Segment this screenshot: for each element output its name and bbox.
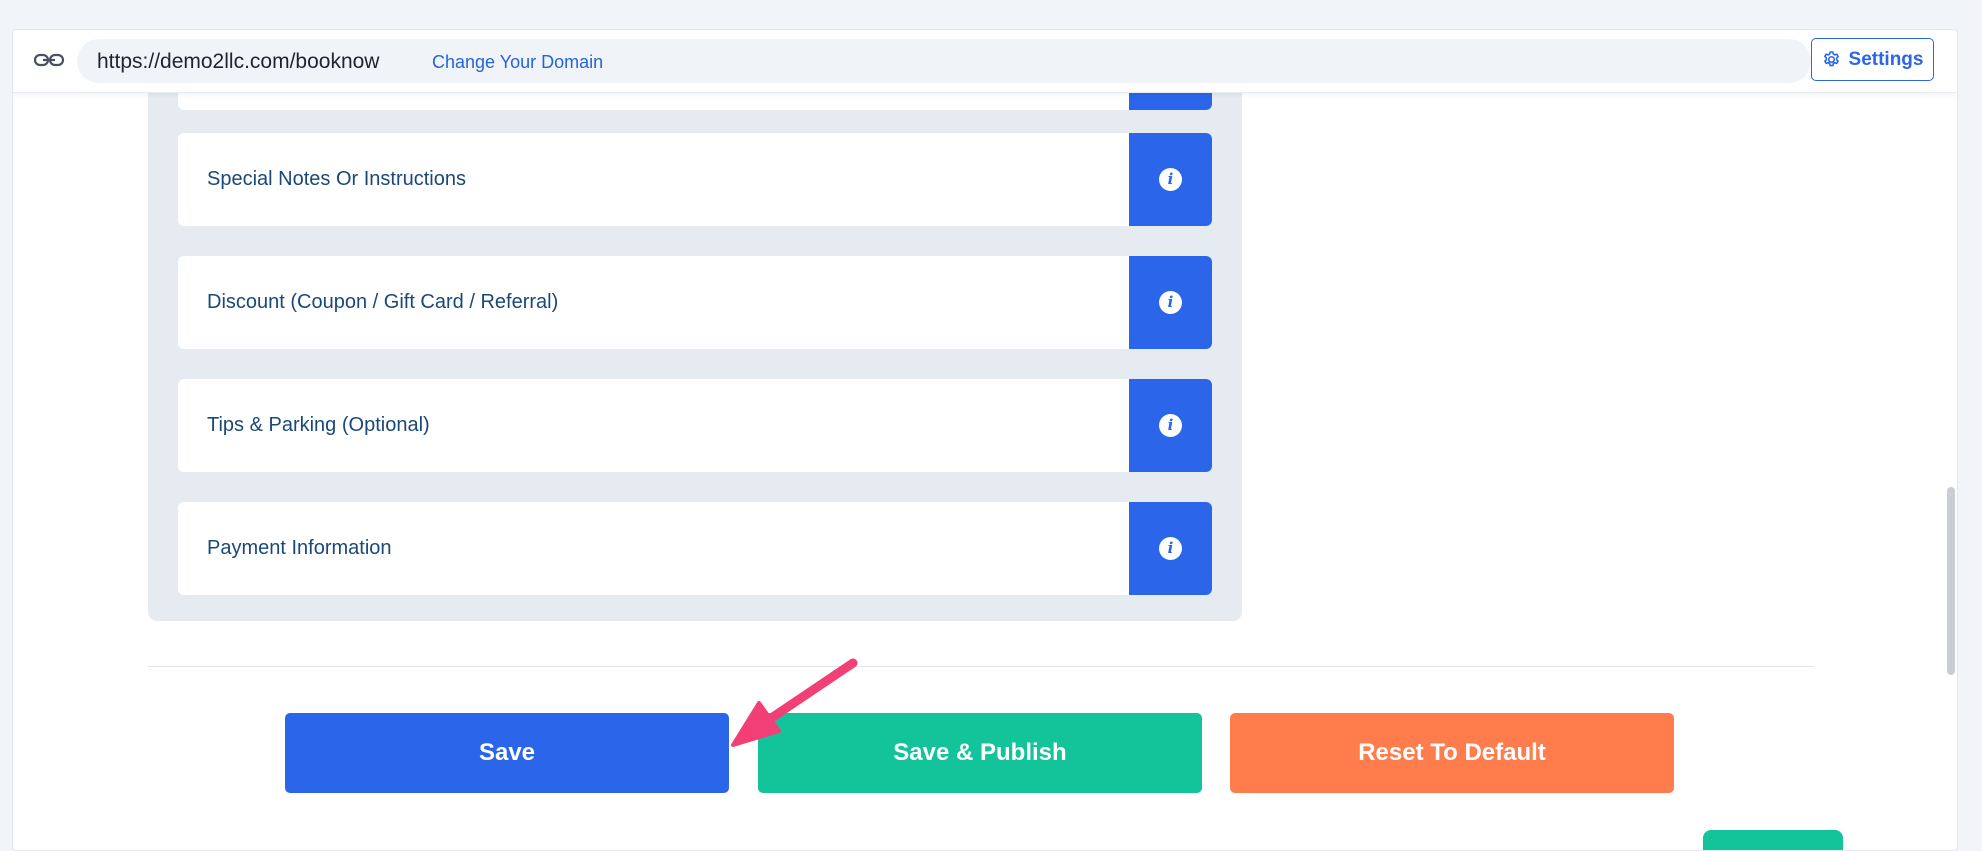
info-button[interactable]: i <box>1129 379 1212 472</box>
divider <box>148 666 1814 667</box>
url-field[interactable]: https://demo2llc.com/booknow Change Your… <box>77 39 1811 83</box>
info-icon: i <box>1159 291 1182 314</box>
partial-button[interactable] <box>1703 830 1843 850</box>
link-icon <box>33 53 65 67</box>
info-icon: i <box>1159 537 1182 560</box>
settings-button[interactable]: Settings <box>1811 38 1934 81</box>
gear-icon <box>1823 51 1839 67</box>
reset-default-button[interactable]: Reset To Default <box>1230 713 1674 793</box>
section-label: Special Notes Or Instructions <box>207 168 466 190</box>
booking-url[interactable]: https://demo2llc.com/booknow <box>97 50 379 74</box>
section-row-special-notes: Special Notes Or Instructions i <box>178 133 1212 226</box>
info-button[interactable]: i <box>1129 502 1212 595</box>
section-row-payment: Payment Information i <box>178 502 1212 595</box>
scrollbar-thumb[interactable] <box>1947 487 1955 675</box>
arrow-annotation <box>731 658 858 747</box>
info-icon: i <box>1159 414 1182 437</box>
section-row-discount: Discount (Coupon / Gift Card / Referral)… <box>178 256 1212 349</box>
section-row-tips-parking: Tips & Parking (Optional) i <box>178 379 1212 472</box>
section-label: Payment Information <box>207 537 392 559</box>
section-label: Discount (Coupon / Gift Card / Referral) <box>207 291 559 313</box>
url-bar: https://demo2llc.com/booknow Change Your… <box>13 30 1957 93</box>
section-label: Tips & Parking (Optional) <box>207 414 430 436</box>
info-button[interactable]: i <box>1129 133 1212 226</box>
info-icon: i <box>1159 168 1182 191</box>
app-window: https://demo2llc.com/booknow Change Your… <box>12 29 1958 851</box>
form-sections-panel: Special Notes Or Instructions i Discount… <box>148 30 1242 621</box>
save-button[interactable]: Save <box>285 713 729 793</box>
change-domain-link[interactable]: Change Your Domain <box>432 52 603 73</box>
settings-label: Settings <box>1848 48 1924 70</box>
info-button[interactable]: i <box>1129 256 1212 349</box>
